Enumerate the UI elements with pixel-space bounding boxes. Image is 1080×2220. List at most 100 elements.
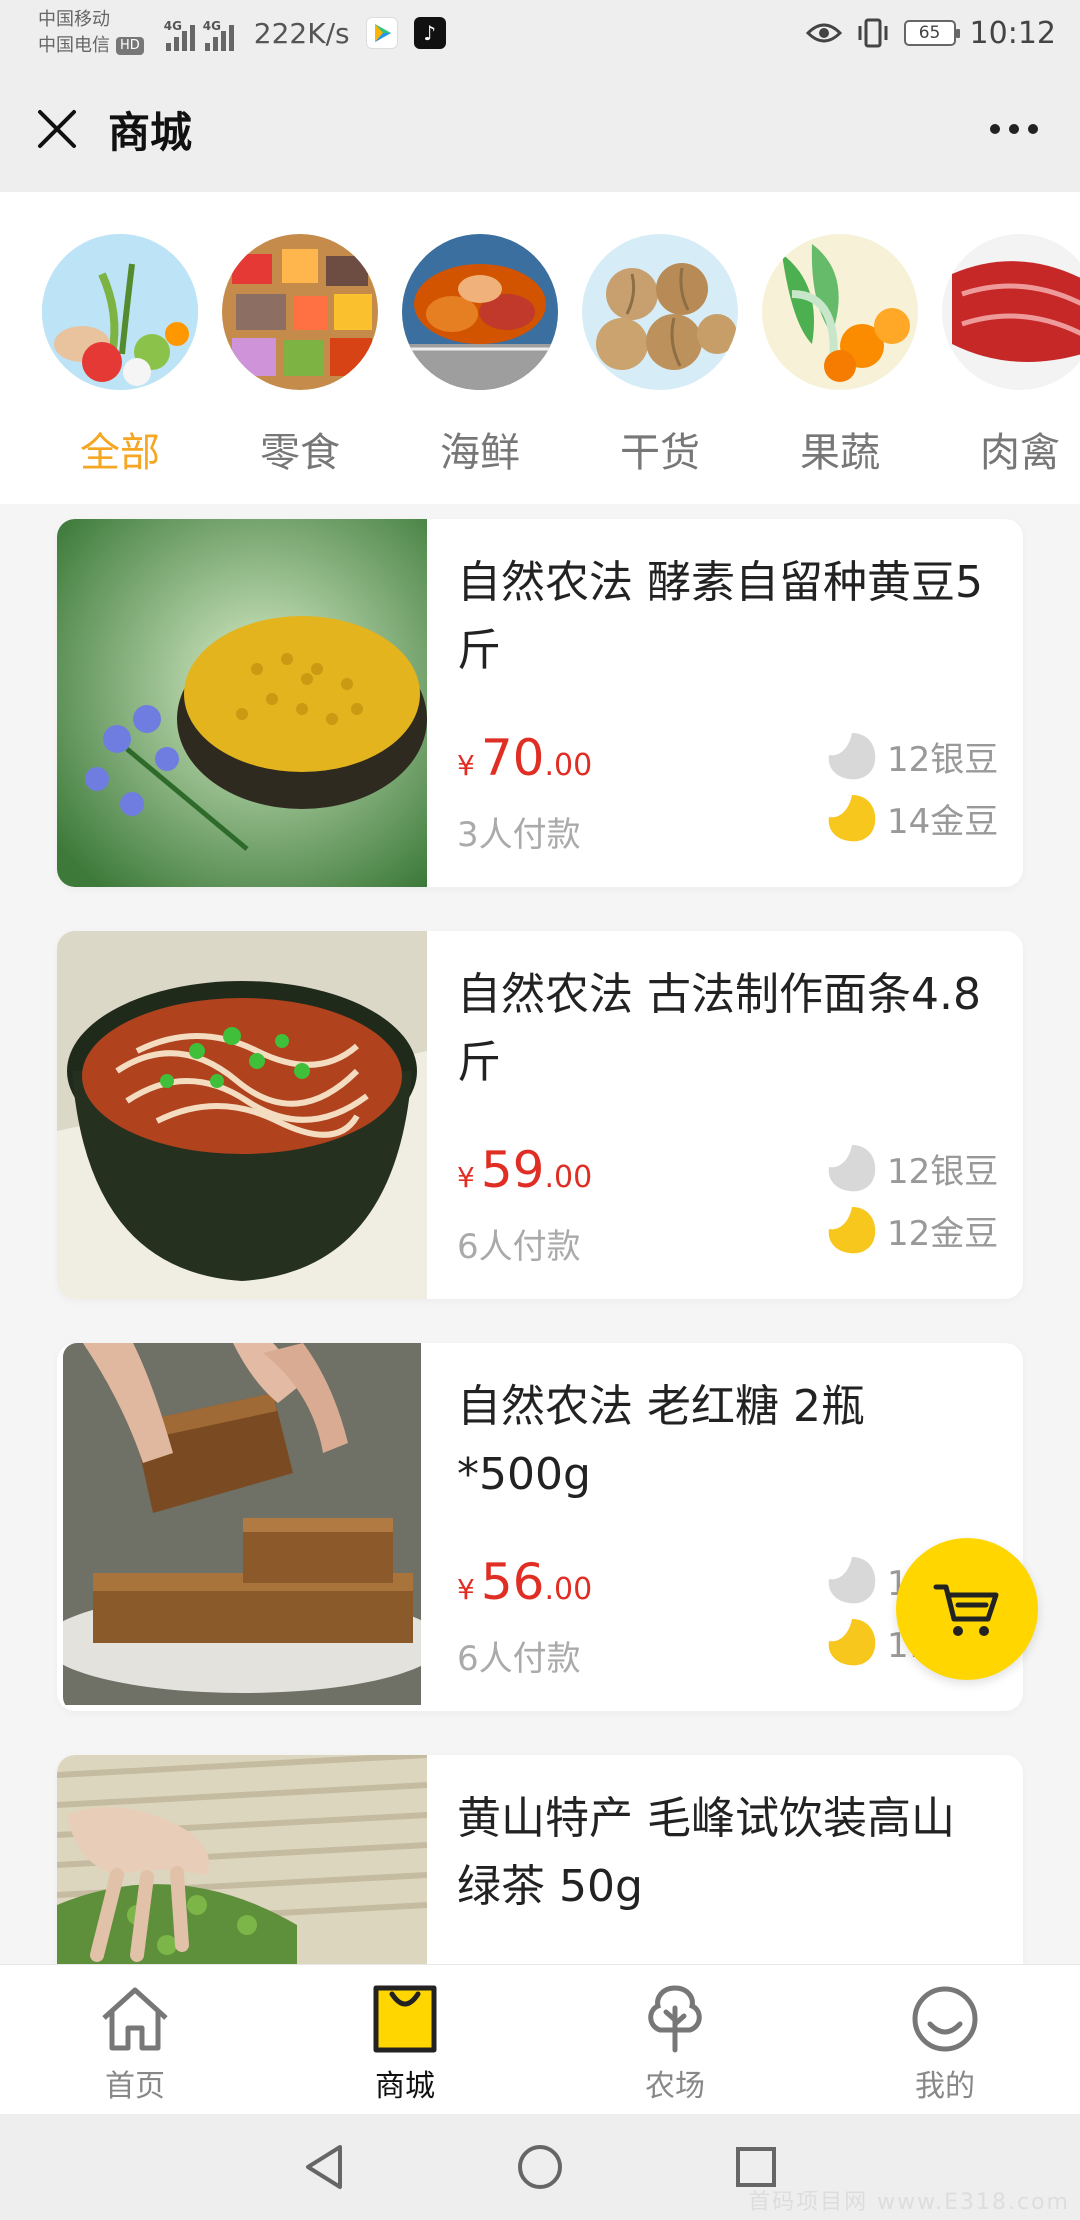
product-price: ¥ 56 .00 <box>457 1553 592 1611</box>
category-seafood[interactable]: 海鲜 <box>400 234 560 478</box>
carrier-2: 中国电信 <box>38 35 110 56</box>
product-image <box>57 931 427 1299</box>
gold-bean-icon <box>828 1619 876 1666</box>
category-label: 肉禽 <box>980 430 1060 476</box>
category-bar: 全部 零食 海鲜 干货 果蔬 肉禽 <box>0 192 1080 504</box>
product-card[interactable]: 自然农法 古法制作面条4.8斤 ¥ 59 .00 6人付款 12银豆 12金豆 <box>57 931 1023 1299</box>
product-name: 黄山特产 毛峰试饮装高山绿茶 50g <box>457 1793 955 1912</box>
category-all[interactable]: 全部 <box>40 234 200 478</box>
signal-icon: 4G <box>164 19 195 51</box>
category-image <box>402 234 558 390</box>
product-image <box>57 519 427 887</box>
silver-bean-reward: 12银豆 <box>825 729 998 783</box>
sold-count: 6人付款 <box>457 1227 581 1267</box>
home-circle-icon[interactable] <box>516 2143 564 2191</box>
carrier-1: 中国移动 <box>38 9 110 30</box>
price-decimal: .00 <box>544 1160 593 1195</box>
currency-symbol: ¥ <box>457 1573 475 1606</box>
battery-icon: 65 <box>903 20 960 46</box>
video-app-icon <box>365 17 398 49</box>
tab-profile[interactable]: 我的 <box>810 1965 1080 2114</box>
product-price: ¥ 70 .00 <box>457 729 592 787</box>
bottom-tab-bar: 首页 商城 农场 我的 <box>0 1964 1080 2114</box>
gold-bean-reward: 12金豆 <box>825 1203 998 1257</box>
dot-icon <box>990 124 1000 134</box>
tab-label: 农场 <box>645 2069 705 2104</box>
product-card[interactable]: 自然农法 酵素自留种黄豆5斤 ¥ 70 .00 3人付款 12银豆 14金豆 <box>57 519 1023 887</box>
sold-count: 6人付款 <box>457 1639 581 1679</box>
product-image <box>57 1755 427 1964</box>
page-title: 商城 <box>108 107 193 157</box>
more-options-button[interactable] <box>980 104 1048 154</box>
product-list: 自然农法 酵素自留种黄豆5斤 ¥ 70 .00 3人付款 12银豆 14金豆 自… <box>0 504 1080 1964</box>
dot-icon <box>1028 124 1038 134</box>
tab-farm[interactable]: 农场 <box>540 1965 810 2114</box>
gold-bean-label: 14金豆 <box>887 801 999 842</box>
category-image <box>222 234 378 390</box>
silver-bean-label: 12银豆 <box>887 1151 999 1192</box>
carrier-info: 中国移动 中国电信 HD <box>38 7 144 59</box>
tree-icon <box>635 1981 715 2057</box>
sold-count: 3人付款 <box>457 815 581 855</box>
category-label: 海鲜 <box>440 430 520 476</box>
signal-icons: 4G 4G <box>164 15 234 51</box>
price-integer: 70 <box>480 729 545 787</box>
silver-bean-icon <box>828 1557 876 1604</box>
app-header: 商城 <box>0 66 1080 192</box>
silver-bean-label: 12银豆 <box>887 739 999 780</box>
category-image <box>582 234 738 390</box>
category-snacks[interactable]: 零食 <box>220 234 380 478</box>
signal-icon: 4G <box>203 19 234 51</box>
price-integer: 59 <box>480 1141 545 1199</box>
price-decimal: .00 <box>544 1572 593 1607</box>
product-card[interactable]: 黄山特产 毛峰试饮装高山绿茶 50g <box>57 1755 1023 1964</box>
system-nav-bar: 首码项目网 www.E318.com <box>0 2114 1080 2220</box>
product-name: 自然农法 老红糖 2瓶*500g <box>457 1381 865 1500</box>
silver-bean-icon <box>828 733 876 780</box>
currency-symbol: ¥ <box>457 749 475 782</box>
product-name: 自然农法 古法制作面条4.8斤 <box>457 969 981 1088</box>
cart-button[interactable] <box>896 1538 1038 1680</box>
close-button[interactable] <box>32 104 82 154</box>
category-label: 干货 <box>620 430 700 476</box>
category-label: 果蔬 <box>800 430 880 476</box>
gold-bean-icon <box>828 1207 876 1254</box>
status-bar: 中国移动 中国电信 HD 4G 4G 222K/s ♪ 65 10:12 <box>0 0 1080 66</box>
tab-label: 我的 <box>915 2069 975 2104</box>
close-icon <box>38 110 76 148</box>
category-image <box>762 234 918 390</box>
tab-label: 商城 <box>375 2069 435 2104</box>
home-icon <box>95 1981 175 2057</box>
category-image <box>42 234 198 390</box>
profile-icon <box>905 1981 985 2057</box>
category-label: 零食 <box>260 430 340 476</box>
net-speed: 222K/s <box>253 16 350 50</box>
currency-symbol: ¥ <box>457 1161 475 1194</box>
product-card[interactable]: 自然农法 老红糖 2瓶*500g ¥ 56 .00 6人付款 12银豆 11金豆 <box>57 1343 1023 1711</box>
category-fruit-veg[interactable]: 果蔬 <box>760 234 920 478</box>
price-integer: 56 <box>480 1553 545 1611</box>
silver-bean-reward: 12银豆 <box>825 1141 998 1195</box>
tab-label: 首页 <box>105 2069 165 2104</box>
hd-badge: HD <box>116 37 144 55</box>
gold-bean-icon <box>828 795 876 842</box>
category-meat[interactable]: 肉禽 <box>940 234 1080 478</box>
category-image <box>942 234 1080 390</box>
category-dried-goods[interactable]: 干货 <box>580 234 740 478</box>
product-price: ¥ 59 .00 <box>457 1141 592 1199</box>
back-icon[interactable] <box>302 2143 346 2191</box>
gold-bean-label: 12金豆 <box>887 1213 999 1254</box>
silver-bean-icon <box>828 1145 876 1192</box>
tab-mall[interactable]: 商城 <box>270 1965 540 2114</box>
price-decimal: .00 <box>544 748 593 783</box>
eye-icon <box>805 23 842 43</box>
recent-apps-icon[interactable] <box>734 2145 778 2189</box>
dot-icon <box>1009 124 1019 134</box>
product-name: 自然农法 酵素自留种黄豆5斤 <box>457 557 983 676</box>
clock: 10:12 <box>969 15 1056 51</box>
category-label: 全部 <box>80 430 160 476</box>
gold-bean-reward: 14金豆 <box>825 791 998 845</box>
tiktok-app-icon: ♪ <box>413 17 446 49</box>
tab-home[interactable]: 首页 <box>0 1965 270 2114</box>
cart-icon <box>933 1584 999 1636</box>
